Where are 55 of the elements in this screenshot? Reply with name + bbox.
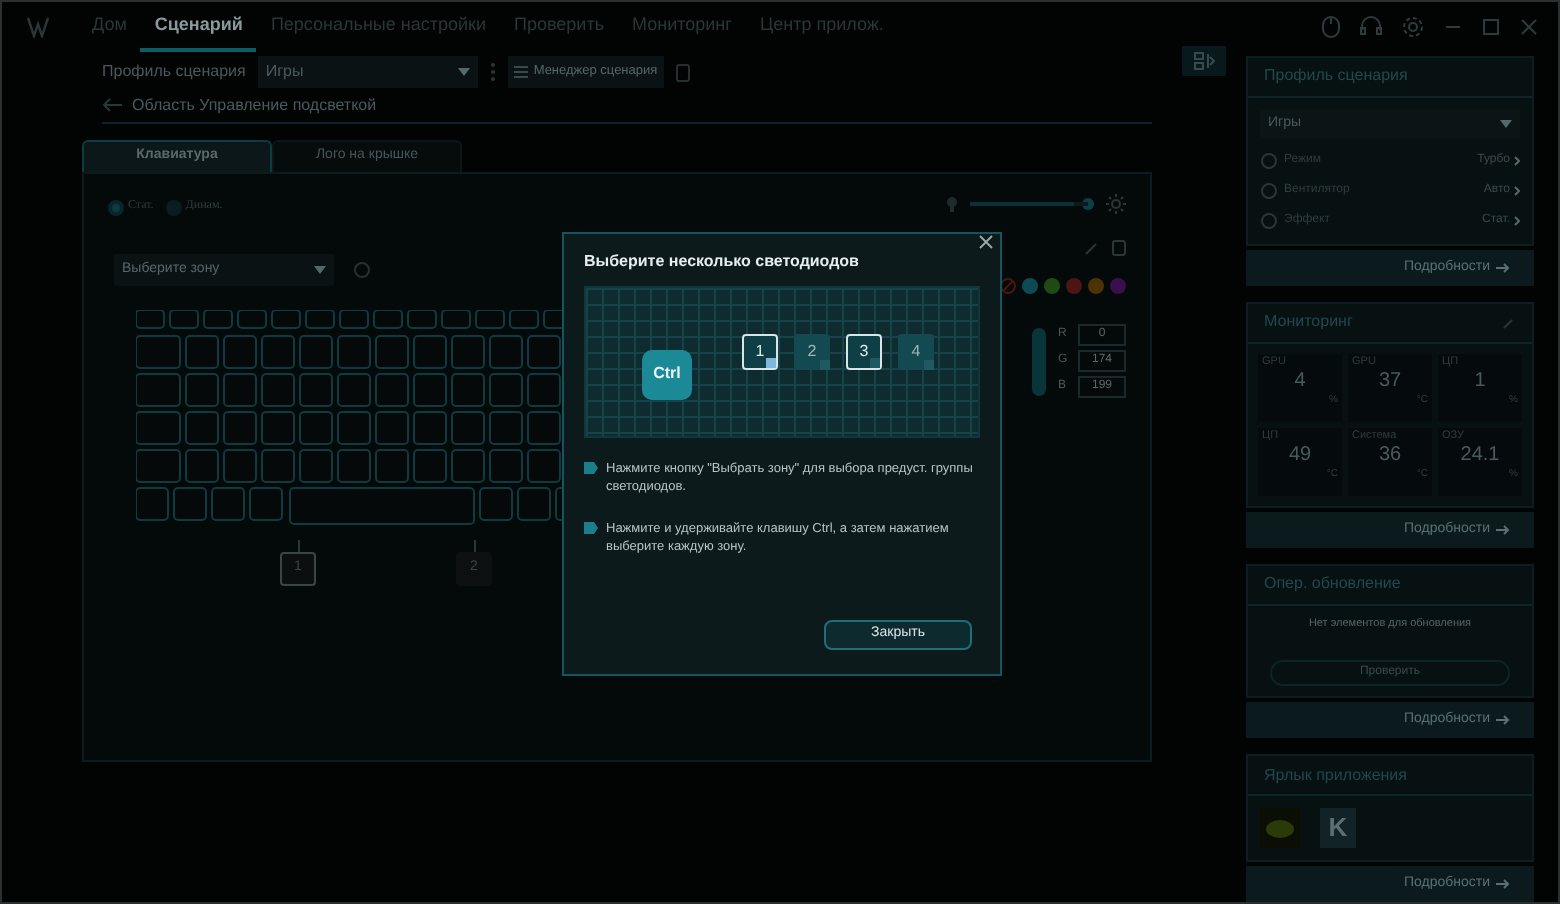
nav-tab[interactable]: Сценарий [140,2,257,52]
arrow-right-icon [1496,714,1510,726]
chevron-right-icon [1514,155,1520,166]
maximize-icon[interactable] [1482,18,1500,36]
stat-value: 37 [1376,369,1404,394]
no-color-icon[interactable] [1000,278,1016,294]
arrow-right-icon [1496,261,1510,274]
arrow-right-icon [1496,523,1510,536]
panel-toggle[interactable] [1182,46,1226,76]
caret-icon [1500,119,1512,128]
color-swatch[interactable] [1066,278,1082,294]
dim-bulb-icon [946,196,958,212]
bullet-icon [584,462,598,474]
headset-icon[interactable] [1360,16,1382,38]
dialog-title: Выберите несколько светодиодов [584,250,861,274]
stat-value: 24.1 [1458,443,1502,468]
app-shortcut[interactable] [1260,808,1300,848]
bright-bulb-icon [1106,194,1126,214]
color-swatch[interactable] [1044,278,1060,294]
card-title: Профиль сценария [1264,64,1408,89]
color-swatch[interactable] [1088,278,1104,294]
stat-value: 4 [1292,369,1308,394]
caret-icon [457,68,470,76]
color-swatch[interactable] [1022,278,1038,294]
stat-value: 36 [1376,443,1404,468]
settings-icon[interactable] [1402,16,1424,38]
brightness-slider[interactable] [970,198,1094,210]
card-title: Опер. обновление [1264,572,1401,597]
card-title: Мониторинг [1264,310,1353,335]
ctrl-key: Ctrl [642,349,692,399]
color-preview [1032,327,1046,395]
back-arrow-icon[interactable] [102,98,122,112]
collapse-panel-icon [1193,51,1215,70]
chevron-right-icon [1514,215,1520,226]
chevron-right-icon [1514,185,1520,196]
logo-icon [26,16,50,38]
list-icon [513,66,528,78]
profile-select[interactable]: Игры [257,56,478,88]
arrow-right-icon [1496,878,1510,890]
app-shortcut[interactable]: K [1320,808,1356,848]
breadcrumb: Область Управление подсветкой [132,93,377,117]
mouse-icon[interactable] [1322,16,1340,38]
caret-icon [314,266,326,274]
close-icon[interactable] [976,232,996,252]
card-title: Ярлык приложения [1264,763,1407,787]
zone-key: 1 [742,334,778,370]
zone-key: 2 [794,334,830,370]
stat-value: 1 [1472,369,1488,394]
stat-value: 49 [1286,443,1314,468]
color-swatch[interactable] [1110,278,1126,294]
more-icon[interactable] [489,62,496,82]
zone-key: 3 [846,334,882,370]
zone-key: 4 [898,334,934,370]
profile-label: Профиль сценария [102,60,246,84]
bullet-icon [584,522,598,534]
